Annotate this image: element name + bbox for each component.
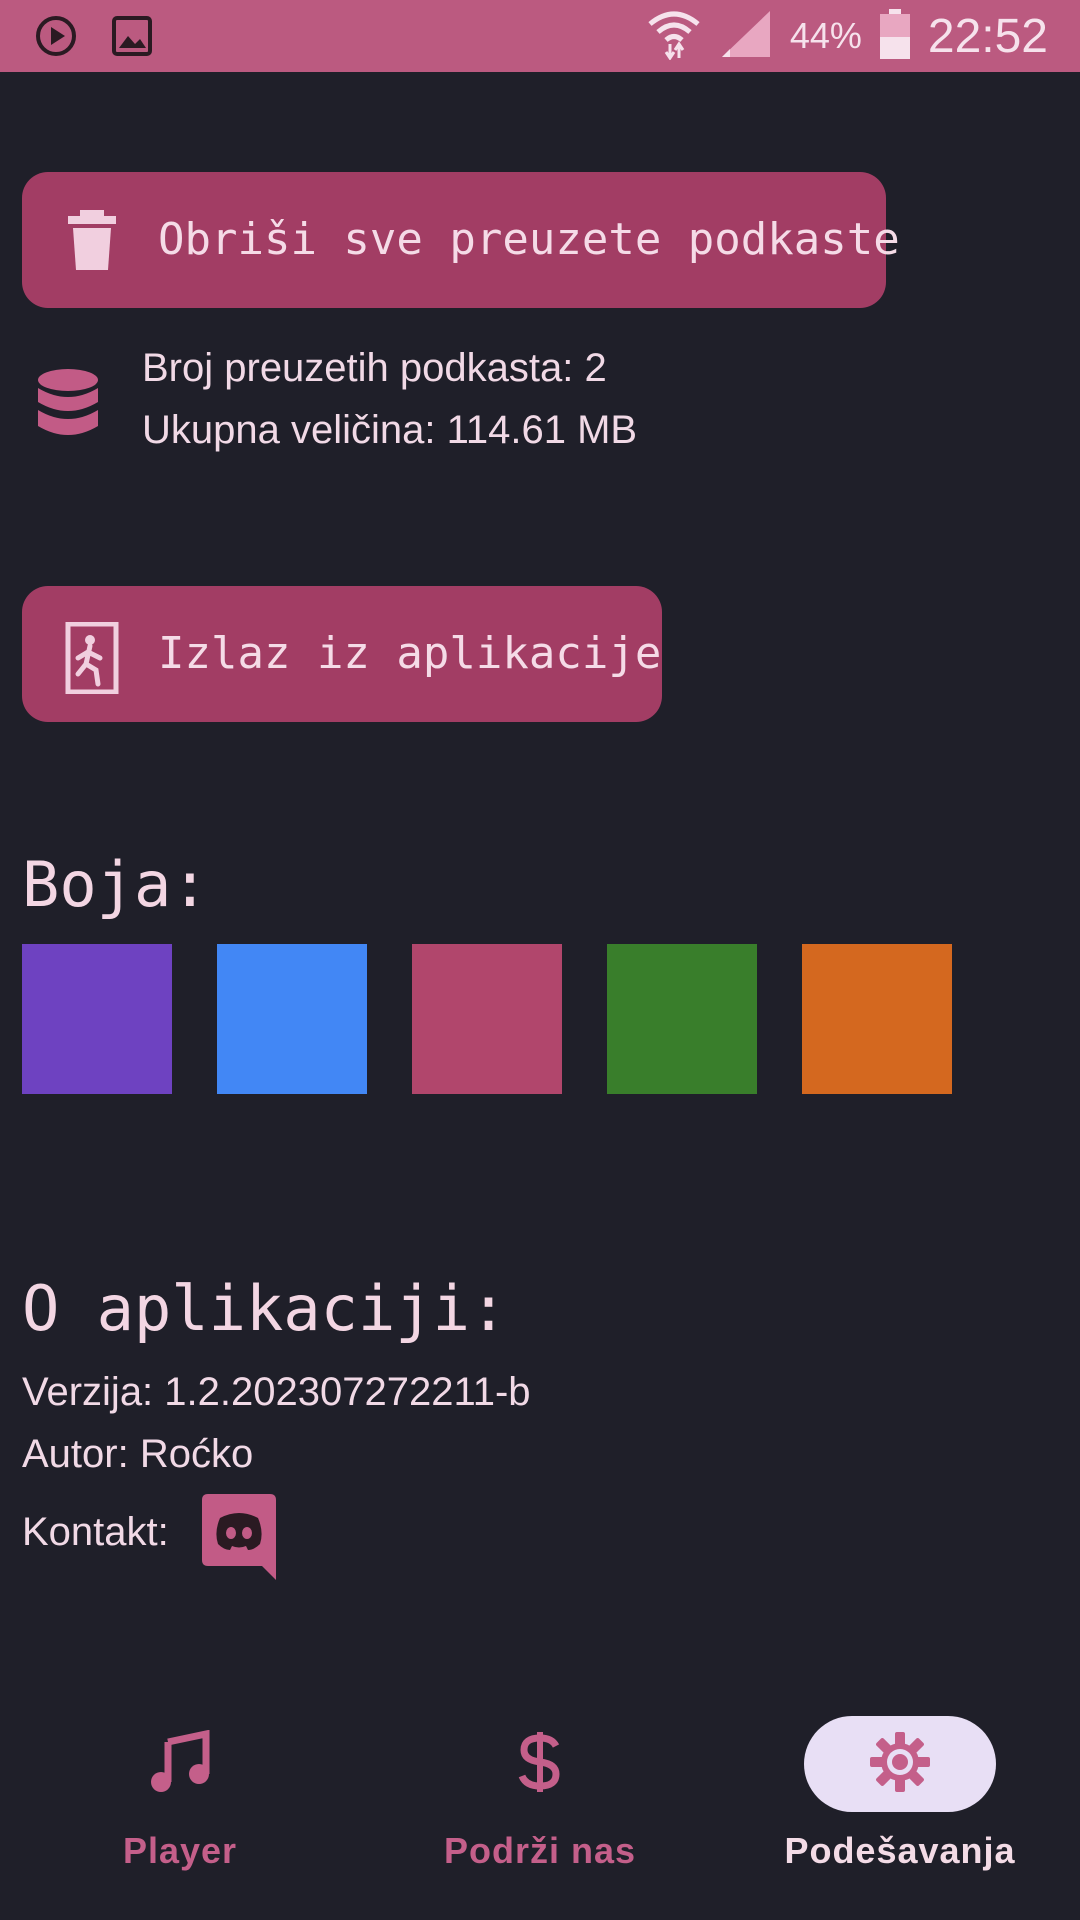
nav-item-player[interactable]: Player [0,1700,360,1920]
exit-app-button[interactable]: Izlaz iz aplikacije [22,586,662,722]
exit-door-icon [60,621,124,695]
version-text: Verzija: 1.2.202307272211-b [22,1370,531,1414]
delete-all-downloads-label: Obriši sve preuzete podkaste [158,214,900,265]
trash-icon [60,208,124,272]
nav-label-support: Podrži nas [443,1830,637,1871]
gear-icon [868,1730,932,1799]
dollar-icon [518,1730,562,1799]
author-text: Autor: Roćko [22,1432,254,1476]
color-swatch-blue[interactable] [217,944,367,1094]
downloaded-count-text: Broj preuzetih podkasta: 2 [142,346,607,390]
about-heading: O aplikaciji: [22,1272,508,1345]
active-indicator-pill [804,1716,996,1812]
delete-all-downloads-button[interactable]: Obriši sve preuzete podkaste [22,172,900,308]
nav-item-settings[interactable]: Podešavanja [720,1700,1080,1920]
battery-percent: 44% [789,15,862,56]
color-swatch-orange[interactable] [802,944,952,1094]
storage-info: Broj preuzetih podkasta: 2 Ukupna veliči… [22,340,922,470]
wifi-icon [646,8,702,65]
database-icon [34,368,102,440]
contact-label: Kontakt: [22,1510,169,1554]
color-heading: Boja: [22,848,209,921]
discord-icon[interactable] [200,1494,278,1580]
play-circle-icon [34,14,78,63]
image-icon [110,14,154,63]
total-size-text: Ukupna veličina: 114.61 MB [142,408,638,452]
color-swatch-green[interactable] [607,944,757,1094]
battery-icon [879,8,910,64]
nav-label-settings: Podešavanja [784,1830,1016,1871]
music-note-icon [148,1729,212,1799]
bottom-navigation: Player Podrži nas Podešavanja [0,1700,1080,1920]
color-swatch-purple[interactable] [22,944,172,1094]
status-bar: 44% 22:52 [0,0,1080,72]
signal-icon [720,9,772,64]
clock: 22:52 [927,9,1048,63]
color-swatch-pink[interactable] [412,944,562,1094]
nav-item-support[interactable]: Podrži nas [360,1700,720,1920]
exit-app-label: Izlaz iz aplikacije [158,628,662,679]
color-swatches [22,944,952,1094]
nav-label-player: Player [122,1830,238,1871]
